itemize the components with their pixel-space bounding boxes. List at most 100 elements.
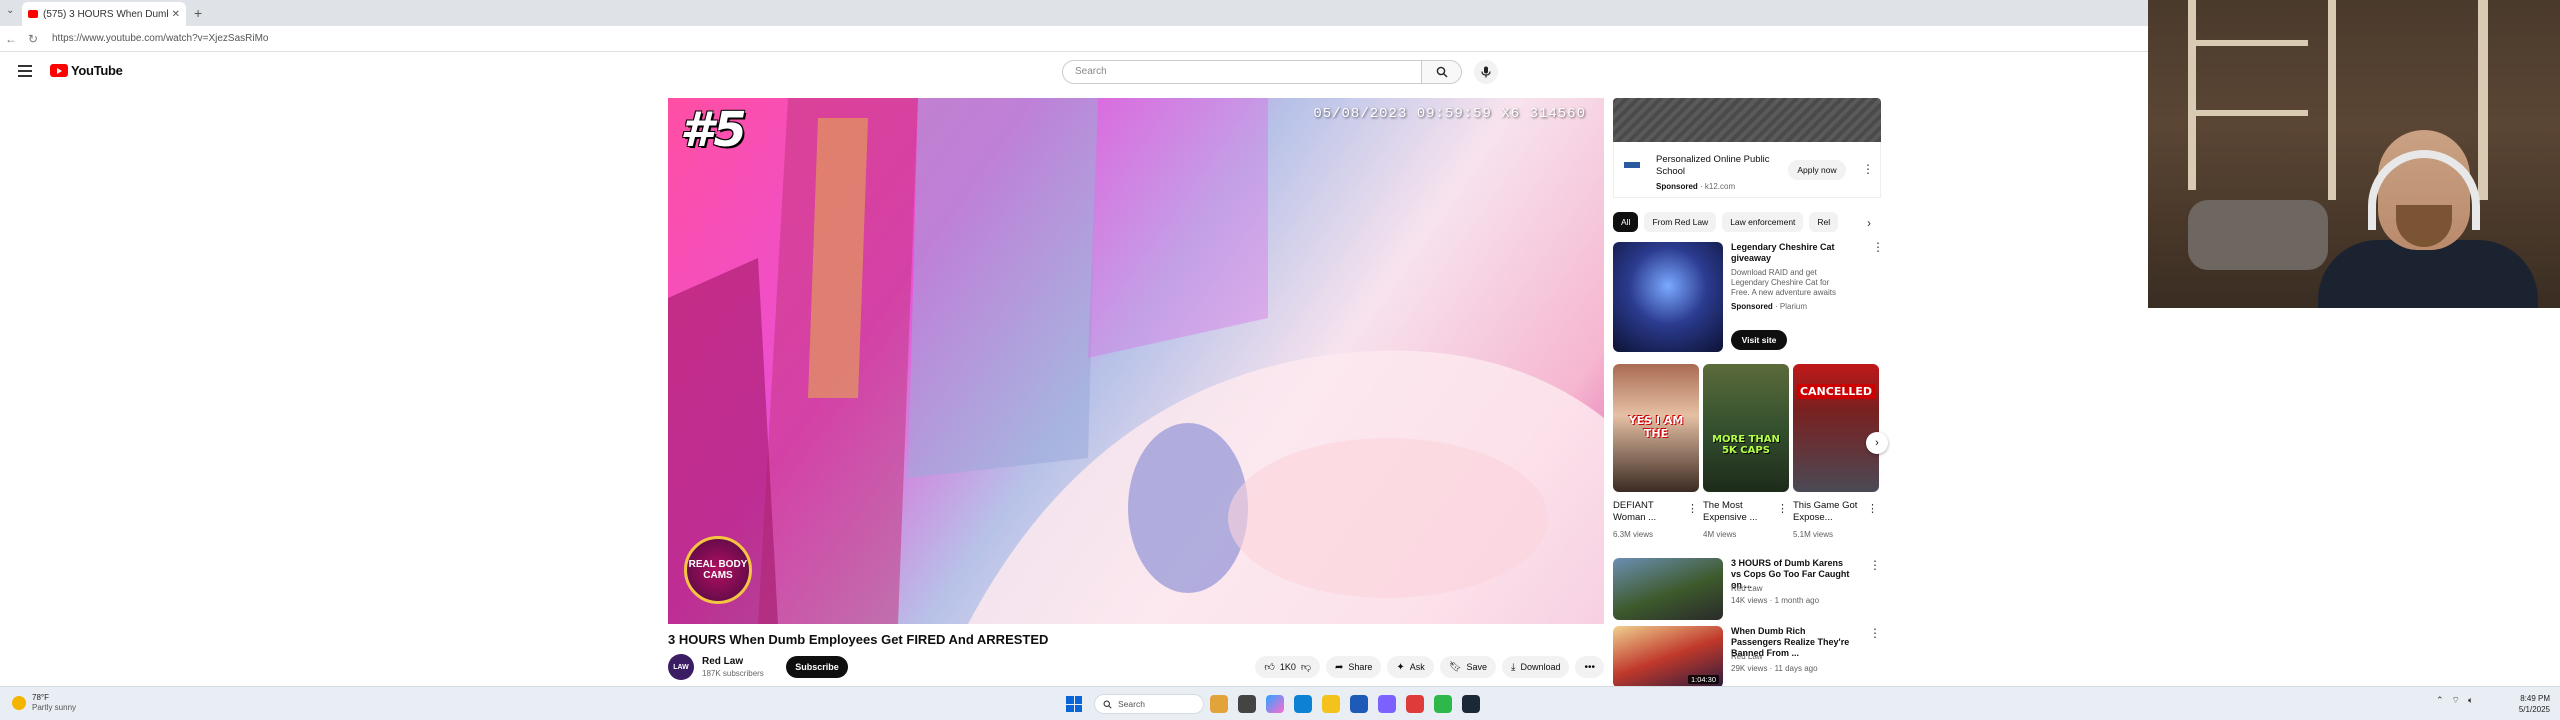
short-thumbnail[interactable]: MORE THAN 5K CAPS xyxy=(1703,364,1789,492)
apply-now-button[interactable]: Apply now xyxy=(1788,160,1846,180)
short-more-icon[interactable]: ⋮ xyxy=(1687,502,1698,515)
taskbar-search-label: Search xyxy=(1118,699,1145,709)
short-item[interactable]: YES I AM THE DEFIANT Woman ... 6.3M view… xyxy=(1613,364,1699,539)
video-player[interactable]: #5 05/08/2023 09:59:59 X6 314560 REAL BO… xyxy=(668,98,1604,624)
short-title[interactable]: This Game Got Expose... xyxy=(1793,500,1863,524)
youtube-play-icon xyxy=(50,64,68,77)
short-item[interactable]: MORE THAN 5K CAPS The Most Expensive ...… xyxy=(1703,364,1789,539)
visit-site-button[interactable]: Visit site xyxy=(1731,330,1787,350)
ad-more-icon[interactable]: ⋮ xyxy=(1862,162,1874,176)
task-view-icon[interactable] xyxy=(1238,695,1256,713)
short-item[interactable]: CANCELLED This Game Got Expose... 5.1M v… xyxy=(1793,364,1879,539)
more-actions-button[interactable]: ••• xyxy=(1575,656,1604,678)
short-title[interactable]: The Most Expensive ... xyxy=(1703,500,1773,524)
recommended-video[interactable]: 3 HOURS of Dumb Karens vs Cops Go Too Fa… xyxy=(1613,558,1881,620)
taskbar-clock[interactable]: 8:49 PM 5/1/2025 xyxy=(2500,693,2550,715)
windows-taskbar: 78°F Partly sunny Search ⌃ ⌔ 🔈︎ 8:49 PM … xyxy=(0,686,2560,720)
bodycam-timestamp: 05/08/2023 09:59:59 X6 314560 xyxy=(1313,106,1586,122)
search-input[interactable]: Search xyxy=(1062,60,1422,84)
reload-icon[interactable]: ↻ xyxy=(22,32,44,46)
short-thumbnail-text: YES I AM THE xyxy=(1628,414,1684,440)
save-button[interactable]: 🔖︎ Save xyxy=(1439,656,1497,678)
chip-law-enforcement[interactable]: Law enforcement xyxy=(1722,212,1804,232)
pinned-apps xyxy=(1210,695,1480,713)
short-thumbnail[interactable]: YES I AM THE xyxy=(1613,364,1699,492)
browser-tab[interactable]: (575) 3 HOURS When Dumb E ✕ xyxy=(22,2,186,26)
address-bar[interactable]: https://www.youtube.com/watch?v=XjezSasR… xyxy=(52,33,268,44)
promo-title[interactable]: Legendary Cheshire Cat giveaway xyxy=(1731,242,1861,264)
youtube-logo[interactable]: YouTube xyxy=(50,63,123,78)
channel-name[interactable]: Red Law xyxy=(702,656,743,667)
search-icon xyxy=(1103,700,1112,709)
owner-row: LAW Red Law 187K subscribers Subscribe 👍… xyxy=(668,652,1604,686)
steam-icon[interactable] xyxy=(1462,695,1480,713)
new-tab-icon[interactable]: + xyxy=(194,5,202,21)
video-title: 3 HOURS When Dumb Employees Get FIRED An… xyxy=(668,632,1049,647)
video-channel[interactable]: Red Law xyxy=(1731,652,1763,661)
download-button[interactable]: ⤓ Download xyxy=(1502,656,1570,678)
ad-sponsored-label: Sponsored xyxy=(1656,182,1698,191)
ask-button[interactable]: ✦ Ask xyxy=(1387,656,1434,678)
spotify-icon[interactable] xyxy=(1434,695,1452,713)
copilot-icon[interactable] xyxy=(1266,695,1284,713)
chip-from-red-law[interactable]: From Red Law xyxy=(1644,212,1717,232)
voice-search-button[interactable] xyxy=(1474,60,1498,84)
chip-related[interactable]: Rel xyxy=(1809,212,1839,232)
short-title[interactable]: DEFIANT Woman ... xyxy=(1613,500,1683,524)
search-button[interactable] xyxy=(1422,60,1462,84)
ad-banner-image[interactable] xyxy=(1613,98,1881,142)
windows-start-icon[interactable] xyxy=(1066,696,1082,712)
short-thumbnail-text: CANCELLED xyxy=(1797,384,1875,399)
advertiser-logo xyxy=(1624,162,1640,168)
chips-next-icon[interactable]: › xyxy=(1858,212,1880,234)
shelf-post xyxy=(2478,0,2488,200)
share-button[interactable]: ➦ Share xyxy=(1325,656,1382,678)
thumbs-down-icon[interactable]: 👎︎ xyxy=(1301,661,1311,673)
short-more-icon[interactable]: ⋮ xyxy=(1867,502,1878,515)
like-dislike-button[interactable]: 👍︎ 1K0 👎︎ xyxy=(1255,656,1320,678)
sun-icon xyxy=(12,696,26,710)
short-views: 4M views xyxy=(1703,530,1737,539)
discord-icon[interactable] xyxy=(1378,695,1396,713)
channel-avatar[interactable]: LAW xyxy=(668,654,694,680)
weather-widget[interactable]: 78°F Partly sunny xyxy=(12,693,76,713)
widgets-app-icon[interactable] xyxy=(1210,695,1228,713)
network-icon[interactable]: ⌔ xyxy=(2452,695,2460,706)
ad-title[interactable]: Personalized Online Public School xyxy=(1656,154,1776,178)
short-more-icon[interactable]: ⋮ xyxy=(1777,502,1788,515)
video-more-icon[interactable]: ⋮ xyxy=(1869,626,1881,640)
sparkle-icon: ✦ xyxy=(1396,661,1405,673)
video-thumbnail[interactable] xyxy=(1613,558,1723,620)
back-icon[interactable]: ← xyxy=(0,32,22,46)
shorts-next-icon[interactable]: › xyxy=(1866,432,1888,454)
recommended-video[interactable]: 1:04:30 When Dumb Rich Passengers Realiz… xyxy=(1613,626,1881,688)
save-label: Save xyxy=(1466,662,1488,672)
bookmark-icon: 🔖︎ xyxy=(1448,661,1462,673)
promo-thumbnail[interactable] xyxy=(1613,242,1723,352)
short-thumbnail[interactable]: CANCELLED xyxy=(1793,364,1879,492)
store-icon[interactable] xyxy=(1350,695,1368,713)
shorts-shelf: YES I AM THE DEFIANT Woman ... 6.3M view… xyxy=(1613,364,1881,539)
chip-all[interactable]: All xyxy=(1613,212,1639,232)
file-explorer-icon[interactable] xyxy=(1322,695,1340,713)
video-channel[interactable]: Red Law xyxy=(1731,584,1763,593)
volume-icon[interactable]: 🔈︎ xyxy=(2468,695,2473,706)
close-tab-icon[interactable]: ✕ xyxy=(172,9,180,20)
subscribe-button[interactable]: Subscribe xyxy=(786,656,848,678)
video-thumbnail[interactable]: 1:04:30 xyxy=(1613,626,1723,688)
channel-watermark: REAL BODY CAMS xyxy=(684,536,752,604)
menu-icon[interactable] xyxy=(18,65,32,77)
share-icon: ➦ xyxy=(1334,661,1344,673)
promo-more-icon[interactable]: ⋮ xyxy=(1872,240,1884,254)
video-more-icon[interactable]: ⋮ xyxy=(1869,558,1881,572)
tab-list-icon[interactable]: ⌄ xyxy=(6,5,14,16)
thumbs-up-icon[interactable]: 👍︎ xyxy=(1264,661,1274,673)
taskbar-search[interactable]: Search xyxy=(1094,694,1204,714)
video-meta: 14K views · 1 month ago xyxy=(1731,596,1820,605)
like-count: 1K0 xyxy=(1279,662,1296,672)
edge-icon[interactable] xyxy=(1294,695,1312,713)
tray-overflow-icon[interactable]: ⌃ xyxy=(2436,695,2444,706)
video-overlay-number: #5 xyxy=(680,102,747,158)
chrome-icon[interactable] xyxy=(1406,695,1424,713)
ad-card[interactable]: Personalized Online Public School Sponso… xyxy=(1613,142,1881,198)
